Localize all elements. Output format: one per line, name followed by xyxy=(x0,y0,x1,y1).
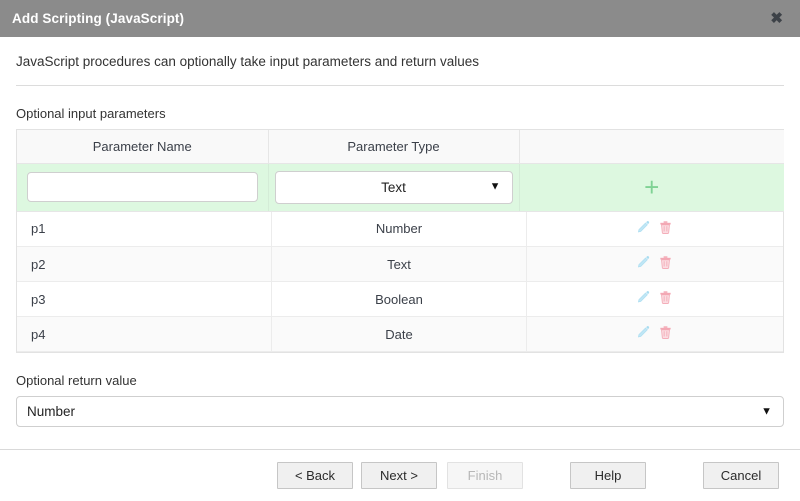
table-row[interactable]: p1 Number xyxy=(17,211,783,247)
return-value-label: Optional return value xyxy=(16,373,137,388)
parameter-type-select[interactable]: Text xyxy=(274,170,513,204)
cell-actions xyxy=(526,316,783,352)
cell-actions xyxy=(526,211,783,247)
dialog-titlebar: Add Scripting (JavaScript) ✖ xyxy=(0,0,800,37)
pencil-icon[interactable] xyxy=(636,290,651,307)
cell-actions xyxy=(526,281,783,317)
cancel-button[interactable]: Cancel xyxy=(703,462,779,489)
parameters-body-table: p1 Number p2 Text p3 Boolean p4 Date xyxy=(17,211,783,352)
row-action-icons xyxy=(636,290,673,307)
input-parameters-table: Parameter Name Parameter Type Text ▼ + p… xyxy=(16,129,784,353)
cell-actions xyxy=(526,246,783,282)
row-action-icons xyxy=(636,220,673,237)
row-action-icons xyxy=(636,255,673,272)
add-row-name-cell xyxy=(17,163,269,212)
column-header-parameter-name: Parameter Name xyxy=(17,130,269,164)
table-row[interactable]: p3 Boolean xyxy=(17,281,783,317)
column-header-actions xyxy=(519,130,784,164)
trash-icon[interactable] xyxy=(658,325,673,342)
table-row[interactable]: p2 Text xyxy=(17,246,783,282)
dialog-body: JavaScript procedures can optionally tak… xyxy=(0,37,800,501)
parameters-scroll-area[interactable]: p1 Number p2 Text p3 Boolean p4 Date xyxy=(17,211,783,352)
cell-parameter-name: p1 xyxy=(17,211,273,247)
pencil-icon[interactable] xyxy=(636,255,651,272)
pencil-icon[interactable] xyxy=(636,220,651,237)
cell-parameter-name: p4 xyxy=(17,316,273,352)
column-header-parameter-type: Parameter Type xyxy=(268,130,520,164)
parameter-name-input[interactable] xyxy=(26,172,258,202)
parameters-header-table: Parameter Name Parameter Type Text ▼ + xyxy=(17,130,784,212)
help-button[interactable]: Help xyxy=(570,462,646,489)
pencil-icon[interactable] xyxy=(636,325,651,342)
plus-icon[interactable]: + xyxy=(644,172,659,202)
input-parameters-label: Optional input parameters xyxy=(16,106,166,121)
intro-divider xyxy=(16,85,784,86)
return-value-select[interactable]: Number xyxy=(16,396,784,427)
table-row[interactable]: p4 Date xyxy=(17,316,783,352)
cell-parameter-type: Date xyxy=(271,316,527,352)
dialog-footer: < Back Next > Finish Help Cancel xyxy=(0,450,800,501)
parameter-type-select-wrap: Text ▼ xyxy=(274,170,513,204)
add-scripting-dialog: Add Scripting (JavaScript) ✖ JavaScript … xyxy=(0,0,800,501)
cell-parameter-type: Text xyxy=(271,246,527,282)
back-button[interactable]: < Back xyxy=(277,462,353,489)
parameters-rows: p1 Number p2 Text p3 Boolean p4 Date xyxy=(17,211,783,352)
return-value-select-wrap: Number ▼ xyxy=(16,396,784,427)
cell-parameter-name: p2 xyxy=(17,246,273,282)
finish-button: Finish xyxy=(447,462,523,489)
trash-icon[interactable] xyxy=(658,220,673,237)
dialog-title: Add Scripting (JavaScript) xyxy=(12,11,185,26)
add-row-type-cell: Text ▼ xyxy=(268,163,520,212)
trash-icon[interactable] xyxy=(658,290,673,307)
add-parameter-row: Text ▼ + xyxy=(17,163,784,212)
cell-parameter-type: Boolean xyxy=(271,281,527,317)
add-row-action-cell: + xyxy=(519,163,784,212)
table-header-row: Parameter Name Parameter Type xyxy=(17,130,784,164)
intro-description: JavaScript procedures can optionally tak… xyxy=(16,54,480,69)
close-icon[interactable]: ✖ xyxy=(767,9,786,28)
trash-icon[interactable] xyxy=(658,255,673,272)
row-action-icons xyxy=(636,325,673,342)
cell-parameter-name: p3 xyxy=(17,281,273,317)
cell-parameter-type: Number xyxy=(271,211,527,247)
next-button[interactable]: Next > xyxy=(361,462,437,489)
